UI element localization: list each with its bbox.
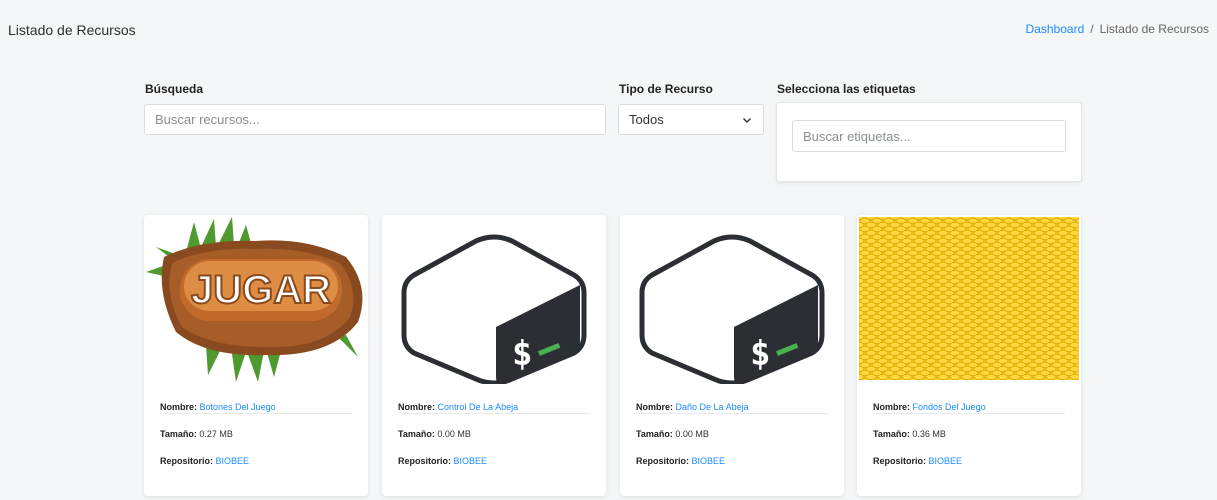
search-input[interactable] — [144, 104, 606, 135]
breadcrumb: Dashboard / Listado de Recursos — [1026, 22, 1209, 36]
card-size-value: 0.27 MB — [199, 429, 233, 439]
card-name-row: Nombre: Daño De La Abeja — [636, 400, 828, 414]
tags-label: Selecciona las etiquetas — [777, 82, 916, 96]
breadcrumb-separator: / — [1090, 22, 1094, 36]
tags-search-input[interactable] — [792, 120, 1066, 152]
card-name-link[interactable]: Botones Del Juego — [200, 402, 276, 412]
card-repo-link[interactable]: BIOBEE — [692, 456, 726, 466]
bash-terminal-icon: $ — [401, 234, 587, 384]
bash-terminal-icon: $ — [639, 234, 825, 384]
svg-text:$: $ — [750, 334, 770, 374]
resource-thumbnail: $ — [384, 217, 604, 384]
card-name-link[interactable]: Control De La Abeja — [438, 402, 519, 412]
honeycomb-pattern-image — [859, 217, 1079, 380]
jugar-text: JUGAR — [191, 268, 331, 312]
resource-type-selected: Todos — [629, 112, 664, 127]
card-size-row: Tamaño: 0.27 MB — [160, 429, 233, 439]
resource-card[interactable]: JUGAR Nombre: Botones Del Juego Tamaño: … — [144, 215, 368, 496]
card-repo-link[interactable]: BIOBEE — [454, 456, 488, 466]
resource-type-select[interactable]: Todos — [618, 104, 764, 135]
resource-thumbnail: JUGAR — [146, 217, 366, 384]
search-label: Búsqueda — [145, 82, 204, 96]
card-size-value: 0.36 MB — [912, 429, 946, 439]
resource-card[interactable]: $ Nombre: Daño De La Abeja Tamaño: 0.00 … — [620, 215, 844, 496]
resource-thumbnail: $ — [622, 217, 842, 384]
tags-selector — [776, 102, 1082, 182]
jugar-button-image: JUGAR — [146, 217, 363, 382]
card-size-value: 0.00 MB — [675, 429, 709, 439]
card-name-row: Nombre: Control De La Abeja — [398, 400, 590, 414]
card-repo-link[interactable]: BIOBEE — [216, 456, 250, 466]
resource-card[interactable]: $ Nombre: Control De La Abeja Tamaño: 0.… — [382, 215, 606, 496]
breadcrumb-dashboard-link[interactable]: Dashboard — [1026, 22, 1085, 36]
breadcrumb-current: Listado de Recursos — [1099, 22, 1209, 36]
page-title: Listado de Recursos — [8, 22, 136, 38]
card-repo-row: Repositorio: BIOBEE — [398, 456, 488, 466]
card-repo-row: Repositorio: BIOBEE — [636, 456, 726, 466]
card-name-row: Nombre: Botones Del Juego — [160, 400, 352, 414]
resource-type-label: Tipo de Recurso — [619, 82, 713, 96]
card-repo-link[interactable]: BIOBEE — [929, 456, 963, 466]
card-size-value: 0.00 MB — [437, 429, 471, 439]
card-name-link[interactable]: Daño De La Abeja — [676, 402, 749, 412]
card-size-row: Tamaño: 0.00 MB — [636, 429, 709, 439]
svg-text:$: $ — [512, 334, 532, 374]
resource-thumbnail — [859, 217, 1079, 384]
card-name-row: Nombre: Fondos Del Juego — [873, 400, 1065, 414]
chevron-down-icon — [741, 114, 753, 126]
card-name-link[interactable]: Fondos Del Juego — [913, 402, 986, 412]
card-size-row: Tamaño: 0.00 MB — [398, 429, 471, 439]
card-size-row: Tamaño: 0.36 MB — [873, 429, 946, 439]
resource-card[interactable]: Nombre: Fondos Del Juego Tamaño: 0.36 MB… — [857, 215, 1081, 496]
card-repo-row: Repositorio: BIOBEE — [160, 456, 250, 466]
card-repo-row: Repositorio: BIOBEE — [873, 456, 963, 466]
